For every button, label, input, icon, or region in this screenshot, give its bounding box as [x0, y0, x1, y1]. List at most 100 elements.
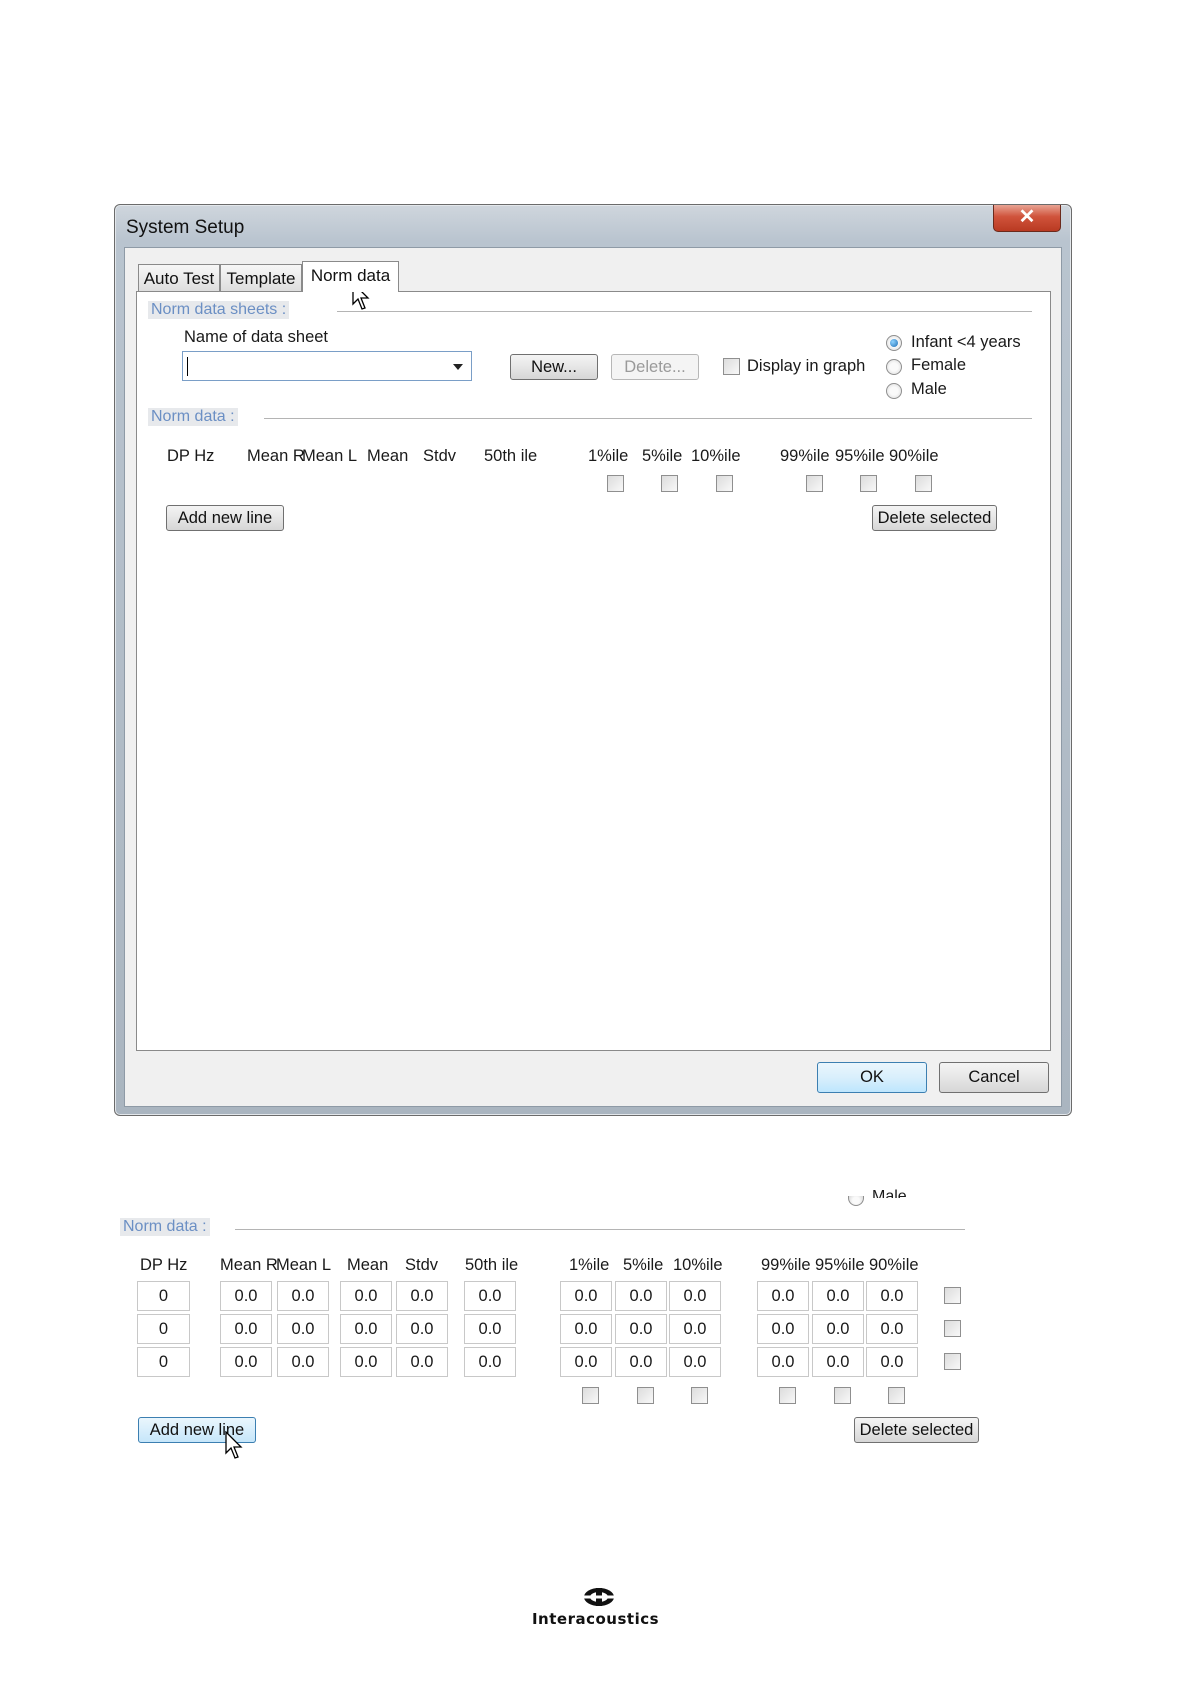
select-99-ile-checkbox[interactable] — [806, 475, 823, 492]
row2-90-ile[interactable]: 0.0 — [866, 1314, 918, 1344]
row2-50th-ile[interactable]: 0.0 — [464, 1314, 516, 1344]
row2-5-ile[interactable]: 0.0 — [615, 1314, 667, 1344]
col-99-ile: 99%ile — [761, 1256, 811, 1274]
interacoustics-logo-icon — [584, 1588, 614, 1606]
row1-stdv[interactable]: 0.0 — [396, 1281, 448, 1311]
col-5-ile: 5%ile — [623, 1256, 664, 1274]
radio-infant[interactable] — [886, 335, 902, 351]
row2-1-ile[interactable]: 0.0 — [560, 1314, 612, 1344]
group-divider — [235, 1229, 965, 1230]
data-sheet-combobox[interactable] — [182, 351, 472, 381]
select-1-ile-checkbox[interactable] — [582, 1387, 599, 1404]
row2-dp-hz[interactable]: 0 — [137, 1314, 190, 1344]
display-in-graph-label: Display in graph — [747, 357, 866, 375]
col-dp-hz: DP Hz — [167, 447, 215, 465]
row1-95-ile[interactable]: 0.0 — [812, 1281, 864, 1311]
select-5-ile-checkbox[interactable] — [637, 1387, 654, 1404]
row2-stdv[interactable]: 0.0 — [396, 1314, 448, 1344]
title-bar[interactable]: System Setup ✕ — [115, 205, 1071, 247]
row1-dp-hz[interactable]: 0 — [137, 1281, 190, 1311]
row1-99-ile[interactable]: 0.0 — [757, 1281, 809, 1311]
norm-data-group-label: Norm data : — [120, 1218, 210, 1236]
col-1-ile: 1%ile — [569, 1256, 610, 1274]
tab-norm-data[interactable]: Norm data — [302, 261, 399, 292]
row1-90-ile[interactable]: 0.0 — [866, 1281, 918, 1311]
row1-1-ile[interactable]: 0.0 — [560, 1281, 612, 1311]
row2-99-ile[interactable]: 0.0 — [757, 1314, 809, 1344]
row3-5-ile[interactable]: 0.0 — [615, 1347, 667, 1377]
tab-template[interactable]: Template — [220, 264, 302, 291]
row2-mean-r[interactable]: 0.0 — [220, 1314, 272, 1344]
row1-10-ile[interactable]: 0.0 — [669, 1281, 721, 1311]
norm-data-panel: Norm data sheets : Name of data sheet Ne… — [136, 291, 1051, 1051]
col-5-ile: 5%ile — [642, 447, 683, 465]
select-5-ile-checkbox[interactable] — [661, 475, 678, 492]
window-title: System Setup — [126, 217, 245, 238]
cancel-button[interactable]: Cancel — [939, 1062, 1049, 1093]
col-50th-ile: 50th ile — [484, 447, 538, 465]
select-10-ile-checkbox[interactable] — [691, 1387, 708, 1404]
norm-data-sheets-group-label: Norm data sheets : — [148, 301, 290, 319]
row3-dp-hz[interactable]: 0 — [137, 1347, 190, 1377]
delete-selected-button[interactable]: Delete selected — [872, 505, 997, 531]
row3-99-ile[interactable]: 0.0 — [757, 1347, 809, 1377]
close-button[interactable]: ✕ — [993, 205, 1061, 232]
col-mean-r: Mean R — [247, 447, 305, 465]
delete-sheet-button[interactable]: Delete... — [611, 354, 699, 380]
dialog-client-area: Auto Test Template Norm data Norm data s… — [124, 247, 1062, 1107]
radio-male[interactable] — [886, 383, 902, 399]
name-of-data-sheet-label: Name of data sheet — [184, 328, 329, 346]
select-10-ile-checkbox[interactable] — [716, 475, 733, 492]
radio-female[interactable] — [886, 359, 902, 375]
row3-stdv[interactable]: 0.0 — [396, 1347, 448, 1377]
ok-button[interactable]: OK — [817, 1062, 927, 1093]
row2-10-ile[interactable]: 0.0 — [669, 1314, 721, 1344]
row3-mean-l[interactable]: 0.0 — [277, 1347, 329, 1377]
col-95-ile: 95%ile — [815, 1256, 865, 1274]
radio-male-partial[interactable] — [848, 1196, 864, 1206]
select-90-ile-checkbox[interactable] — [888, 1387, 905, 1404]
col-dp-hz: DP Hz — [140, 1256, 188, 1274]
close-icon: ✕ — [1018, 206, 1036, 228]
row1-mean-r[interactable]: 0.0 — [220, 1281, 272, 1311]
radio-male-partial-label: Male — [872, 1188, 907, 1198]
row3-10-ile[interactable]: 0.0 — [669, 1347, 721, 1377]
radio-male-label: Male — [911, 380, 947, 398]
col-mean: Mean — [347, 1256, 389, 1274]
row1-5-ile[interactable]: 0.0 — [615, 1281, 667, 1311]
col-stdv: Stdv — [405, 1256, 439, 1274]
row2-mean-l[interactable]: 0.0 — [277, 1314, 329, 1344]
norm-data-group-label: Norm data : — [148, 408, 238, 426]
row3-50th-ile[interactable]: 0.0 — [464, 1347, 516, 1377]
mouse-pointer-icon — [225, 1431, 243, 1459]
col-mean-l: Mean L — [302, 447, 358, 465]
row2-95-ile[interactable]: 0.0 — [812, 1314, 864, 1344]
row1-select-checkbox[interactable] — [944, 1287, 961, 1304]
row2-mean[interactable]: 0.0 — [340, 1314, 392, 1344]
row1-mean-l[interactable]: 0.0 — [277, 1281, 329, 1311]
chevron-down-icon[interactable] — [453, 364, 463, 370]
select-95-ile-checkbox[interactable] — [860, 475, 877, 492]
row1-mean[interactable]: 0.0 — [340, 1281, 392, 1311]
group-divider — [337, 311, 1032, 312]
row3-1-ile[interactable]: 0.0 — [560, 1347, 612, 1377]
col-stdv: Stdv — [423, 447, 457, 465]
row3-mean[interactable]: 0.0 — [340, 1347, 392, 1377]
row1-50th-ile[interactable]: 0.0 — [464, 1281, 516, 1311]
radio-infant-label: Infant <4 years — [911, 333, 1021, 351]
row3-90-ile[interactable]: 0.0 — [866, 1347, 918, 1377]
row3-mean-r[interactable]: 0.0 — [220, 1347, 272, 1377]
display-in-graph-checkbox[interactable] — [723, 358, 740, 375]
tab-auto-test[interactable]: Auto Test — [138, 264, 220, 291]
row2-select-checkbox[interactable] — [944, 1320, 961, 1337]
row3-select-checkbox[interactable] — [944, 1353, 961, 1370]
select-90-ile-checkbox[interactable] — [915, 475, 932, 492]
select-99-ile-checkbox[interactable] — [779, 1387, 796, 1404]
row3-95-ile[interactable]: 0.0 — [812, 1347, 864, 1377]
group-divider — [264, 418, 1032, 419]
delete-selected-button[interactable]: Delete selected — [854, 1417, 979, 1443]
select-1-ile-checkbox[interactable] — [607, 475, 624, 492]
select-95-ile-checkbox[interactable] — [834, 1387, 851, 1404]
new-sheet-button[interactable]: New... — [510, 354, 598, 380]
add-new-line-button[interactable]: Add new line — [166, 505, 284, 531]
